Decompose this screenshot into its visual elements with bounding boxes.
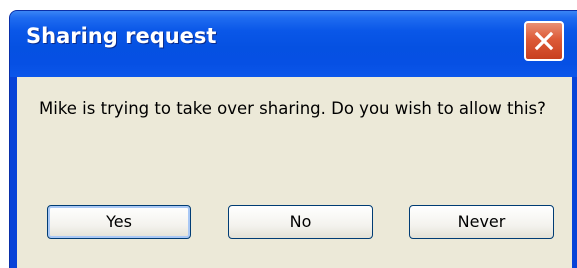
title-bar[interactable]: Sharing request xyxy=(10,11,577,77)
yes-button[interactable]: Yes xyxy=(47,205,191,239)
no-button[interactable]: No xyxy=(228,205,373,239)
close-button[interactable] xyxy=(524,21,564,61)
dialog-message: Mike is trying to take over sharing. Do … xyxy=(39,99,546,118)
close-icon xyxy=(534,31,554,51)
never-button[interactable]: Never xyxy=(409,205,554,239)
sharing-request-dialog: Sharing request Mike is trying to take o… xyxy=(9,10,577,268)
dialog-body: Mike is trying to take over sharing. Do … xyxy=(17,77,572,268)
screen: Sharing request Mike is trying to take o… xyxy=(0,0,577,268)
dialog-title: Sharing request xyxy=(26,24,217,48)
